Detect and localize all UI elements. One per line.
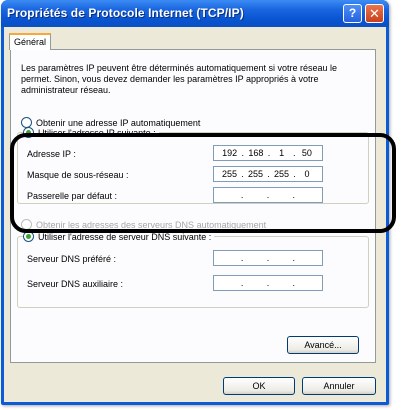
- dns-auto-radio: [21, 219, 32, 231]
- ip-octet: 1: [279, 148, 285, 158]
- alternate-dns-label: Serveur DNS auxiliaire :: [27, 279, 124, 289]
- cancel-button[interactable]: Annuler: [302, 377, 376, 395]
- ip-manual-label: Utiliser l'adresse IP suivante :: [38, 128, 156, 138]
- ip-address-input[interactable]: 192. 168. 1. 50: [213, 145, 323, 161]
- description-text: Les paramètres IP peuvent être déterminé…: [21, 63, 338, 95]
- ip-manual-option[interactable]: Utiliser l'adresse IP suivante :: [23, 127, 159, 140]
- dns-manual-option[interactable]: Utiliser l'adresse de serveur DNS suivan…: [23, 231, 215, 244]
- close-button[interactable]: ✕: [365, 4, 384, 23]
- dns-auto-label: Obtenir les adresses des serveurs DNS au…: [36, 220, 267, 230]
- ok-button[interactable]: OK: [223, 377, 295, 395]
- ip-octet: 255: [221, 169, 238, 179]
- help-button[interactable]: ?: [343, 4, 362, 23]
- dns-manual-radio[interactable]: [23, 231, 34, 243]
- alternate-dns-input[interactable]: . . .: [213, 275, 323, 291]
- general-panel: Les paramètres IP peuvent être déterminé…: [10, 49, 376, 363]
- window-title: Propriétés de Protocole Internet (TCP/IP…: [7, 6, 244, 20]
- ip-manual-radio[interactable]: [23, 127, 34, 139]
- ip-octet: 168: [248, 148, 264, 158]
- ip-octet: 255: [273, 169, 290, 179]
- ip-auto-label: Obtenir une adresse IP automatiquement: [36, 118, 201, 128]
- dialog-client-area: Général Les paramètres IP peuvent être d…: [4, 27, 386, 402]
- ip-octet: 255: [247, 169, 264, 179]
- preferred-dns-label: Serveur DNS préféré :: [27, 254, 117, 264]
- dialog-window: Propriétés de Protocole Internet (TCP/IP…: [1, 0, 389, 405]
- subnet-mask-label: Masque de sous-réseau :: [27, 170, 129, 180]
- ip-octet: 192: [222, 148, 238, 158]
- preferred-dns-input[interactable]: . . .: [213, 250, 323, 266]
- tab-general[interactable]: Général: [9, 33, 51, 50]
- gateway-label: Passerelle par défaut :: [27, 191, 118, 201]
- dns-manual-label: Utiliser l'adresse de serveur DNS suivan…: [38, 232, 212, 242]
- dns-auto-option: Obtenir les adresses des serveurs DNS au…: [21, 219, 267, 231]
- advanced-button[interactable]: Avancé...: [287, 336, 359, 354]
- title-bar[interactable]: Propriétés de Protocole Internet (TCP/IP…: [1, 0, 389, 27]
- dns-group: [17, 236, 369, 308]
- ip-address-label: Adresse IP :: [27, 149, 76, 159]
- ip-octet: 0: [304, 169, 310, 179]
- gateway-input[interactable]: . . .: [213, 187, 323, 203]
- subnet-mask-input[interactable]: 255. 255. 255. 0: [213, 166, 323, 182]
- ip-octet: 50: [301, 148, 312, 158]
